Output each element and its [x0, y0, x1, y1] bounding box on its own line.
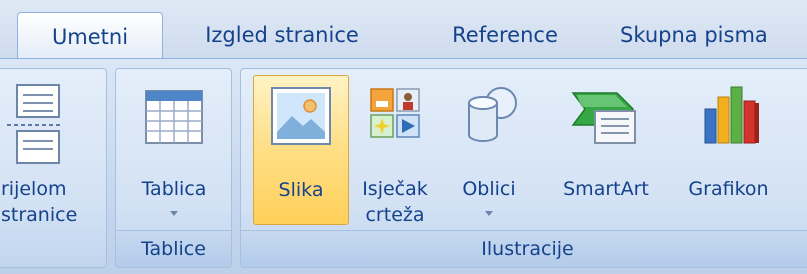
clipart-button-label-line2: crteža: [365, 204, 425, 226]
tab-reference[interactable]: Reference: [430, 12, 580, 58]
chevron-down-icon: [170, 211, 178, 216]
tab-skupna-pisma[interactable]: Skupna pisma: [620, 12, 807, 58]
chevron-down-icon: [485, 211, 493, 216]
table-button-label: Tablica: [141, 178, 207, 200]
chart-button[interactable]: Grafikon: [671, 75, 786, 225]
ribbon-tab-strip: Umetni Izgled stranice Reference Skupna …: [0, 0, 807, 60]
tab-umetni[interactable]: Umetni: [17, 12, 163, 60]
page-break-icon: [7, 84, 63, 164]
page-break-label-line2: stranice: [1, 204, 78, 226]
smartart-icon: [571, 92, 636, 144]
clipart-button[interactable]: Isječak crteža: [353, 75, 437, 226]
group-page-partial: rijelom stranice: [0, 68, 107, 268]
group-tablice: Tablica Tablice: [115, 68, 232, 268]
group-label-ilustracije: Ilustracije: [241, 230, 807, 267]
group-ilustracije: Slika Isječak crteža Oblici SmartArt Gra…: [240, 68, 807, 268]
smartart-button-label: SmartArt: [563, 178, 649, 200]
table-button[interactable]: Tablica: [122, 75, 226, 225]
table-icon: [145, 90, 203, 144]
shapes-button[interactable]: Oblici: [447, 75, 531, 225]
picture-icon: [271, 87, 331, 145]
clipart-button-label-line1: Isječak: [362, 178, 428, 200]
smartart-button[interactable]: SmartArt: [541, 75, 671, 225]
picture-button-label: Slika: [278, 179, 324, 201]
tab-izgled-stranice[interactable]: Izgled stranice: [182, 12, 382, 58]
clipart-icon: [370, 88, 420, 138]
shapes-button-label: Oblici: [462, 178, 516, 200]
shapes-icon: [468, 87, 517, 142]
page-break-button[interactable]: rijelom stranice: [1, 75, 101, 226]
chart-button-label: Grafikon: [688, 178, 769, 200]
page-break-label-line1: rijelom: [1, 178, 67, 200]
group-label-tablice: Tablice: [116, 230, 231, 267]
chart-icon: [704, 86, 759, 144]
picture-button[interactable]: Slika: [253, 75, 349, 225]
